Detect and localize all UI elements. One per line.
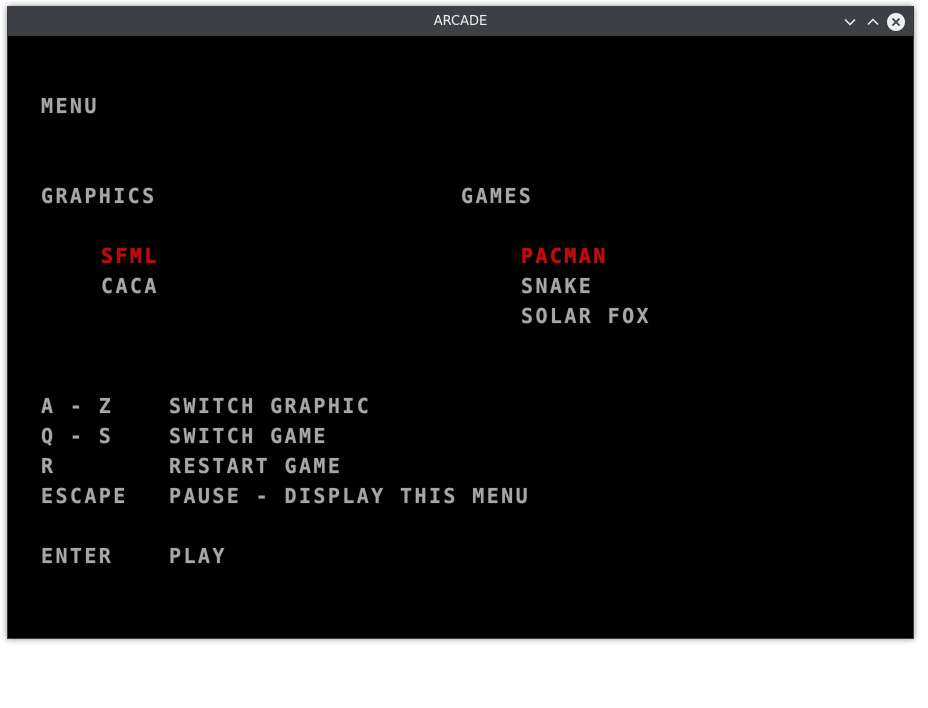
action-switch-game: SWITCH GAME: [169, 424, 328, 448]
action-play: PLAY: [169, 544, 227, 568]
graphics-heading: GRAPHICS: [41, 184, 157, 208]
game-option-snake[interactable]: SNAKE: [521, 274, 593, 298]
menu-heading: MENU: [41, 94, 99, 118]
action-restart-game: RESTART GAME: [169, 454, 343, 478]
game-option-solar-fox[interactable]: SOLAR FOX: [521, 304, 651, 328]
title-bar[interactable]: ARCADE: [8, 7, 913, 36]
close-button[interactable]: [887, 13, 905, 31]
game-screen[interactable]: MENU GRAPHICS GAMES SFML CACA PACMAN SNA…: [12, 36, 909, 634]
arcade-window: ARCADE MENU GRAPHICS GAMES SFML CACA PAC…: [7, 6, 914, 639]
key-escape: ESCAPE: [41, 484, 128, 508]
action-pause-menu: PAUSE - DISPLAY THIS MENU: [169, 484, 531, 508]
graphics-option-sfml[interactable]: SFML: [101, 244, 159, 268]
games-heading: GAMES: [461, 184, 534, 208]
window-title: ARCADE: [433, 14, 488, 29]
chevron-down-icon: [844, 18, 856, 26]
action-switch-graphic: SWITCH GRAPHIC: [169, 394, 372, 418]
key-enter: ENTER: [41, 544, 114, 568]
game-option-pacman[interactable]: PACMAN: [521, 244, 608, 268]
key-switch-game: Q - S: [41, 424, 114, 448]
maximize-button[interactable]: [864, 13, 882, 31]
key-switch-graphic: A - Z: [41, 394, 114, 418]
key-restart-game: R: [41, 454, 56, 478]
minimize-button[interactable]: [841, 13, 859, 31]
close-icon: [887, 13, 905, 31]
chevron-up-icon: [867, 18, 879, 26]
graphics-option-caca[interactable]: CACA: [101, 274, 159, 298]
